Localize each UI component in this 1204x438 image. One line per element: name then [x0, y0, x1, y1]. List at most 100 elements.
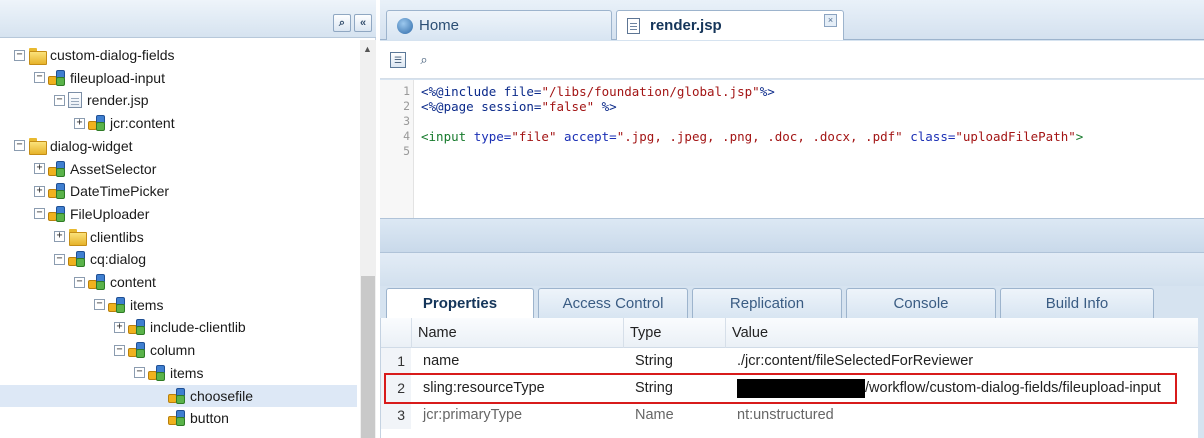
code-editor[interactable]: 12345 <%@include file="/libs/foundation/…	[380, 80, 1204, 218]
line-number: 1	[403, 84, 410, 98]
node-icon	[168, 387, 186, 404]
properties-grid: Name Type Value 1 name String ./jcr:cont…	[380, 318, 1199, 438]
property-type: String	[635, 353, 673, 369]
tab-access-control[interactable]: Access Control	[538, 288, 688, 318]
editor-toolbar: ☰ ⌕	[380, 41, 1204, 79]
tree-node[interactable]: − items	[0, 362, 203, 384]
tree-node-label: DateTimePicker	[70, 183, 170, 200]
tab-label: render.jsp	[650, 17, 722, 34]
node-icon	[88, 274, 106, 290]
tree-node[interactable]: + DateTimePicker	[0, 180, 169, 202]
home-icon	[397, 17, 413, 34]
expand-icon[interactable]: +	[114, 321, 125, 333]
code-token: file=	[503, 84, 542, 99]
tree-node[interactable]: button	[0, 407, 229, 429]
table-row[interactable]: 1 name String ./jcr:content/fileSelected…	[381, 348, 1199, 375]
tree-node[interactable]: − FileUploader	[0, 203, 149, 225]
tree-node-label: fileupload-input	[70, 69, 165, 86]
row-number: 3	[381, 402, 411, 429]
tree-node[interactable]: − fileupload-input	[0, 67, 165, 89]
collapse-icon[interactable]: −	[94, 299, 105, 311]
property-type: Name	[635, 407, 674, 423]
line-number: 2	[403, 99, 410, 113]
close-icon[interactable]: ×	[824, 14, 837, 27]
collapse-icon[interactable]: −	[14, 140, 25, 152]
code-token: "uploadFilePath"	[955, 129, 1076, 144]
collapse-icon[interactable]: −	[54, 94, 65, 106]
binoculars-icon[interactable]: ⌕	[416, 52, 432, 68]
property-value: nt:unstructured	[737, 407, 834, 423]
double-chevron-left-icon[interactable]: «	[354, 14, 372, 32]
tree-node-label: button	[190, 410, 229, 427]
binoculars-icon[interactable]: ⌕	[333, 14, 351, 32]
expand-icon[interactable]: +	[74, 117, 85, 129]
code-line: <%@include file="/libs/foundation/global…	[421, 84, 775, 99]
node-icon	[48, 160, 66, 177]
tab-properties[interactable]: Properties	[386, 288, 534, 318]
property-name: jcr:primaryType	[423, 407, 523, 423]
expand-icon[interactable]: +	[34, 185, 45, 197]
tree-node-label: AssetSelector	[70, 160, 157, 177]
tree-node[interactable]: + clientlibs	[0, 226, 144, 248]
tree-node[interactable]: − dialog-widget	[0, 135, 133, 157]
tree-node[interactable]: choosefile	[0, 384, 357, 407]
node-icon	[48, 183, 66, 200]
tab-home[interactable]: Home	[386, 10, 612, 40]
tree-node[interactable]: + include-clientlib	[0, 316, 246, 338]
collapse-icon[interactable]: −	[14, 49, 25, 61]
tree-node[interactable]: − column	[0, 339, 195, 361]
view-source-icon[interactable]: ☰	[390, 52, 406, 68]
properties-tab-strip: Properties Access Control Replication Co…	[380, 286, 1204, 318]
tree-node[interactable]: − cq:dialog	[0, 248, 146, 270]
tree-node[interactable]: − render.jsp	[0, 89, 148, 111]
collapse-icon[interactable]: −	[74, 276, 85, 288]
tree-toolbar: ⌕ «	[0, 0, 376, 38]
tree-node-label: items	[170, 364, 204, 381]
node-icon	[88, 115, 106, 132]
tree-node[interactable]: − items	[0, 294, 163, 316]
code-line: <input type="file" accept=".jpg, .jpeg, …	[421, 129, 1083, 144]
tree-node[interactable]: + AssetSelector	[0, 158, 156, 180]
tab-render-jsp[interactable]: render.jsp	[616, 10, 844, 40]
code-token: accept=	[556, 129, 617, 144]
collapse-icon[interactable]: −	[34, 72, 45, 84]
code-token: "false"	[541, 99, 595, 114]
tree-node-label: choosefile	[190, 387, 254, 404]
collapse-icon[interactable]: −	[54, 253, 65, 265]
grid-header: Name Type Value	[381, 318, 1199, 348]
tab-console[interactable]: Console	[846, 288, 996, 318]
folder-icon	[68, 229, 87, 247]
collapse-icon[interactable]: −	[134, 367, 145, 379]
expand-icon[interactable]: +	[54, 231, 65, 243]
node-icon	[48, 205, 66, 222]
document-icon	[627, 17, 640, 34]
tab-build-info[interactable]: Build Info	[1000, 288, 1154, 318]
panel-splitter[interactable]	[380, 252, 1204, 286]
column-header-type[interactable]: Type	[623, 318, 725, 348]
tree-node-label: items	[130, 296, 164, 313]
tree-node[interactable]: + jcr:content	[0, 112, 175, 134]
collapse-icon[interactable]: −	[114, 344, 125, 356]
scrollbar-thumb[interactable]	[361, 276, 375, 438]
node-icon	[128, 342, 146, 359]
line-number: 4	[403, 129, 410, 143]
editor-tab-strip: Home render.jsp ×	[380, 0, 1204, 40]
tab-replication[interactable]: Replication	[692, 288, 842, 318]
tree-node-label: content	[110, 274, 156, 290]
tree-scrollbar[interactable]: ▲	[360, 40, 376, 438]
column-header-name[interactable]: Name	[411, 318, 623, 348]
expand-icon[interactable]: +	[34, 163, 45, 174]
scroll-up-icon[interactable]: ▲	[363, 44, 372, 54]
property-value: ./jcr:content/fileSelectedForReviewer	[737, 353, 974, 369]
table-row[interactable]: 3 jcr:primaryType Name nt:unstructured	[381, 402, 1199, 429]
tree-node-label: clientlibs	[90, 228, 144, 245]
tree-node[interactable]: − custom-dialog-fields	[0, 44, 175, 66]
column-header-value[interactable]: Value	[725, 318, 1199, 348]
grid-scrollbar[interactable]	[1198, 318, 1204, 438]
file-icon	[68, 92, 82, 109]
collapse-icon[interactable]: −	[34, 208, 45, 220]
code-token: class=	[902, 129, 956, 144]
code-token: <%@page	[421, 99, 482, 114]
node-icon	[108, 296, 126, 313]
tree-node[interactable]: − content	[0, 271, 156, 293]
